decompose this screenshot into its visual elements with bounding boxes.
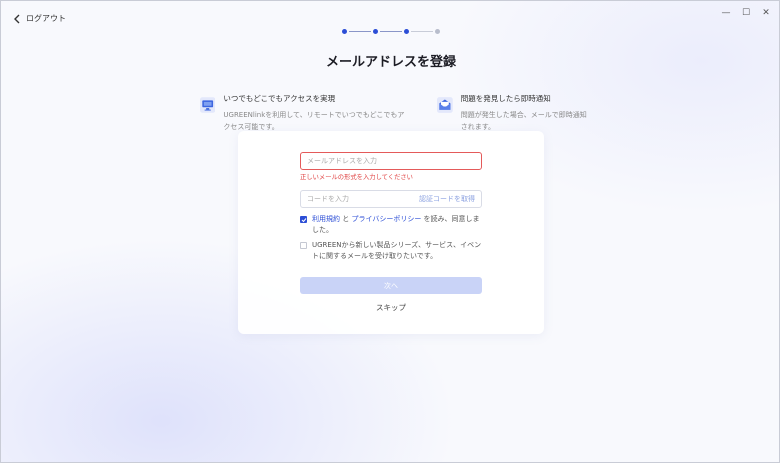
page-title: メールアドレスを登録	[325, 55, 456, 70]
newsletter-opt-in: UGREENから新しい製品シリーズ、サービス、イベントに関するメールを受け取りた…	[300, 240, 486, 262]
monitor-icon	[200, 97, 216, 113]
step-dot-1	[342, 29, 347, 34]
code-input[interactable]: コードを入力 認証コードを取得	[300, 190, 482, 208]
terms-agreement: 利用規約 と プライバシーポリシー を読み、同意しました。	[300, 214, 486, 236]
chevron-left-icon	[14, 14, 20, 23]
feature-desc: UGREENlinkを利用して、リモートでいつでもどこでもアクセス可能です。	[223, 111, 405, 131]
register-card: メールアドレスを入力 正しいメールの形式を入力してください コードを入力 認証コ…	[238, 131, 544, 334]
next-button[interactable]: 次へ	[300, 277, 482, 294]
step-line-3	[411, 31, 433, 32]
terms-text: 利用規約 と プライバシーポリシー を読み、同意しました。	[312, 214, 486, 236]
email-error-message: 正しいメールの形式を入力してください	[300, 174, 413, 181]
close-button[interactable]: ✕	[761, 7, 771, 19]
feature-title: 問題を発見したら即時通知	[460, 94, 551, 103]
feature-title: いつでもどこでもアクセスを実現	[223, 94, 336, 103]
step-indicator	[342, 29, 440, 34]
terms-and: と	[340, 215, 352, 223]
feature-notification: 問題を発見したら即時通知 問題が発生した場合、メールで即時通知されます。	[437, 93, 587, 133]
window-controls: — ☐ ✕	[721, 7, 771, 19]
logout-button[interactable]: ログアウト	[13, 13, 66, 24]
email-placeholder: メールアドレスを入力	[307, 157, 377, 165]
skip-button[interactable]: スキップ	[238, 302, 544, 313]
app-window: — ☐ ✕ ログアウト メールアドレスを登録 いつでもどこでもアクセスを実現 U…	[0, 0, 780, 463]
step-dot-3	[404, 29, 409, 34]
step-dot-4	[435, 29, 440, 34]
logout-label: ログアウト	[26, 14, 66, 23]
terms-of-use-link[interactable]: 利用規約	[312, 215, 340, 223]
step-line-2	[380, 31, 402, 32]
check-icon	[301, 217, 306, 222]
mail-icon	[437, 97, 453, 113]
feature-desc: 問題が発生した場合、メールで即時通知されます。	[460, 111, 587, 131]
terms-checkbox[interactable]	[300, 216, 307, 223]
privacy-policy-link[interactable]: プライバシーポリシー	[351, 215, 421, 223]
newsletter-text: UGREENから新しい製品シリーズ、サービス、イベントに関するメールを受け取りた…	[312, 241, 482, 260]
code-placeholder: コードを入力	[307, 195, 349, 203]
step-dot-2	[373, 29, 378, 34]
newsletter-checkbox[interactable]	[300, 242, 307, 249]
get-code-button[interactable]: 認証コードを取得	[419, 194, 475, 204]
minimize-button[interactable]: —	[721, 7, 731, 19]
email-input[interactable]: メールアドレスを入力	[300, 152, 482, 170]
maximize-button[interactable]: ☐	[741, 7, 751, 19]
step-line-1	[349, 31, 371, 32]
feature-remote-access: いつでもどこでもアクセスを実現 UGREENlinkを利用して、リモートでいつで…	[200, 93, 405, 133]
